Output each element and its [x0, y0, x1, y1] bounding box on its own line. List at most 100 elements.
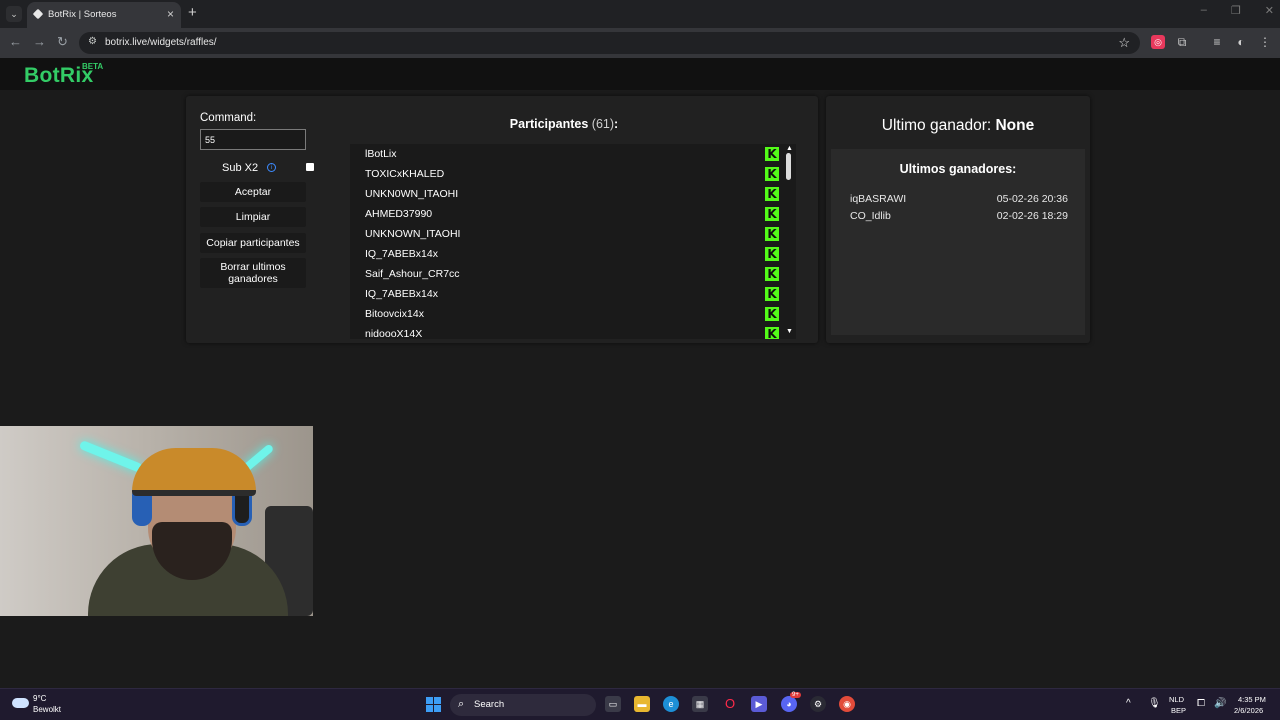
bookmark-star-icon[interactable]: ☆	[1118, 35, 1130, 51]
keyboard-layout[interactable]: BEP	[1171, 706, 1186, 715]
participants-title: Participantes	[509, 117, 589, 131]
list-item: nidoooX14X K	[350, 324, 782, 339]
tab-title: BotRix | Sorteos	[48, 9, 117, 20]
participants-colon: :	[614, 117, 619, 131]
raffle-panel: Command: Sub X2 i Aceptar Limpiar Copiar…	[186, 96, 818, 343]
neon-light-left	[78, 439, 144, 474]
store-icon[interactable]: ▦	[692, 696, 708, 712]
last-winner-value: None	[995, 117, 1035, 134]
list-item: Bitoovcix14x K	[350, 304, 782, 324]
forward-arrow-icon[interactable]: →	[33, 34, 46, 49]
kick-icon: K	[765, 227, 779, 241]
info-icon[interactable]: i	[267, 163, 276, 172]
chrome-icon[interactable]: ◉	[839, 696, 855, 712]
address-bar[interactable]: ⚙ botrix.live/widgets/raffles/ ☆	[79, 32, 1140, 54]
list-item: IQ_7ABEBx14x K	[350, 244, 782, 264]
tab-close-icon[interactable]: ×	[167, 7, 174, 21]
clear-button[interactable]: Limpiar	[200, 207, 306, 227]
taskbar-search[interactable]: ⌕ Search	[450, 694, 596, 716]
winner-row: CO_Idlib 02-02-26 18:29	[850, 210, 1068, 226]
task-view-icon[interactable]: ▭	[605, 696, 621, 712]
copy-participants-button[interactable]: Copiar participantes	[200, 233, 306, 253]
window-controls: – ❐ ✕	[1201, 4, 1274, 17]
list-item: TOXICxKHALED K	[350, 164, 782, 184]
participant-name: UNKN0WN_ITAOHI	[365, 188, 459, 200]
participant-name: lBotLix	[365, 148, 397, 160]
clock-date[interactable]: 2/6/2026	[1234, 706, 1263, 715]
recent-winners-title: Ultimos ganadores:	[899, 162, 1017, 176]
kick-icon: K	[765, 187, 779, 201]
kick-icon: K	[765, 247, 779, 261]
webcam-overlay	[0, 426, 313, 616]
list-item: lBotLix K	[350, 144, 782, 164]
network-icon[interactable]: ⧠	[1197, 698, 1205, 709]
participant-name: UNKNOWN_ITAOHI	[365, 228, 461, 240]
kick-icon: K	[765, 267, 779, 281]
sub-x2-checkbox[interactable]	[306, 163, 314, 171]
delete-winners-button[interactable]: Borrar ultimos ganadores	[200, 258, 306, 288]
list-item: UNKNOWN_ITAOHI K	[350, 224, 782, 244]
participants-count: (61)	[591, 117, 615, 131]
close-window-button[interactable]: ✕	[1265, 4, 1274, 17]
participant-name: IQ_7ABEBx14x	[365, 248, 438, 260]
search-icon: ⌕	[458, 698, 465, 710]
kick-icon: K	[765, 167, 779, 181]
command-label: Command:	[200, 112, 257, 124]
search-placeholder: Search	[474, 699, 505, 710]
discord-icon[interactable]: ◕	[781, 696, 797, 712]
tray-chevron-up-icon[interactable]: ^	[1126, 698, 1131, 709]
browser-tab[interactable]: BotRix | Sorteos ×	[27, 2, 181, 28]
last-winner: Ultimo ganador: None	[826, 117, 1090, 135]
kick-icon: K	[765, 327, 779, 339]
restore-button[interactable]: ❐	[1231, 4, 1241, 17]
extension-icon[interactable]: ◎	[1151, 35, 1165, 49]
participant-name: Saif_Ashour_CR7cc	[365, 268, 460, 280]
sub-x2-label: Sub X2	[222, 162, 259, 174]
accept-button[interactable]: Aceptar	[200, 182, 306, 202]
language-indicator[interactable]: NLD	[1169, 695, 1184, 704]
participant-name: AHMED37990	[365, 208, 433, 220]
volume-icon[interactable]: 🔊	[1214, 698, 1226, 709]
new-tab-button[interactable]: +	[188, 4, 197, 21]
steam-icon[interactable]: ⚙	[810, 696, 826, 712]
browser-toolbar: ← → ↻ ⚙ botrix.live/widgets/raffles/ ☆ ◎…	[0, 28, 1280, 58]
scroll-thumb[interactable]	[786, 153, 791, 180]
cloud-icon[interactable]	[12, 698, 29, 708]
command-input[interactable]	[200, 129, 306, 150]
list-item: IQ_7ABEBx14x K	[350, 284, 782, 304]
extensions-puzzle-icon[interactable]: ⧉	[1175, 35, 1189, 49]
minimize-button[interactable]: –	[1201, 4, 1207, 17]
back-arrow-icon[interactable]: ←	[9, 34, 22, 49]
edge-icon[interactable]: e	[663, 696, 679, 712]
windows-start-icon[interactable]	[426, 697, 441, 712]
participant-name: IQ_7ABEBx14x	[365, 288, 438, 300]
winners-panel: Ultimo ganador: None Ultimos ganadores: …	[826, 96, 1090, 343]
tab-list-button[interactable]: ⌄	[6, 6, 22, 22]
winner-row: iqBASRAWI 05-02-26 20:36	[850, 193, 1068, 209]
microphone-icon[interactable]: 🎙	[1148, 698, 1161, 709]
url-text[interactable]: botrix.live/widgets/raffles/	[105, 37, 217, 48]
winner-date: 05-02-26 20:36	[996, 193, 1068, 205]
profile-icon[interactable]: ◐	[1234, 35, 1248, 49]
kick-icon: K	[765, 287, 779, 301]
beta-badge: BETA	[82, 62, 104, 71]
scroll-down-arrow-icon[interactable]: ▼	[786, 328, 793, 335]
participants-list[interactable]: lBotLix K TOXICxKHALED K UNKN0WN_ITAOHI …	[350, 144, 796, 339]
weather-description[interactable]: Bewolkt	[33, 705, 61, 714]
video-app-icon[interactable]: ▶	[751, 696, 767, 712]
clock-time[interactable]: 4:35 PM	[1238, 695, 1266, 704]
media-control-icon[interactable]: ≡	[1210, 35, 1224, 49]
opera-icon[interactable]: O	[722, 696, 738, 712]
participants-heading: Participantes (61):	[350, 117, 778, 131]
winner-name: iqBASRAWI	[850, 193, 907, 205]
kick-icon: K	[765, 307, 779, 321]
menu-icon[interactable]: ⋮	[1258, 35, 1272, 49]
weather-temperature[interactable]: 9°C	[33, 694, 46, 703]
recent-winners-box: Ultimos ganadores: iqBASRAWI 05-02-26 20…	[831, 149, 1085, 335]
file-explorer-icon[interactable]: ▬	[634, 696, 650, 712]
app-header: BotRix BETA	[0, 58, 1280, 90]
reload-icon[interactable]: ↻	[57, 34, 68, 50]
site-info-icon[interactable]: ⚙	[88, 36, 97, 47]
scroll-up-arrow-icon[interactable]: ▲	[786, 145, 793, 152]
participants-scrollbar[interactable]: ▲ ▼	[782, 144, 796, 339]
